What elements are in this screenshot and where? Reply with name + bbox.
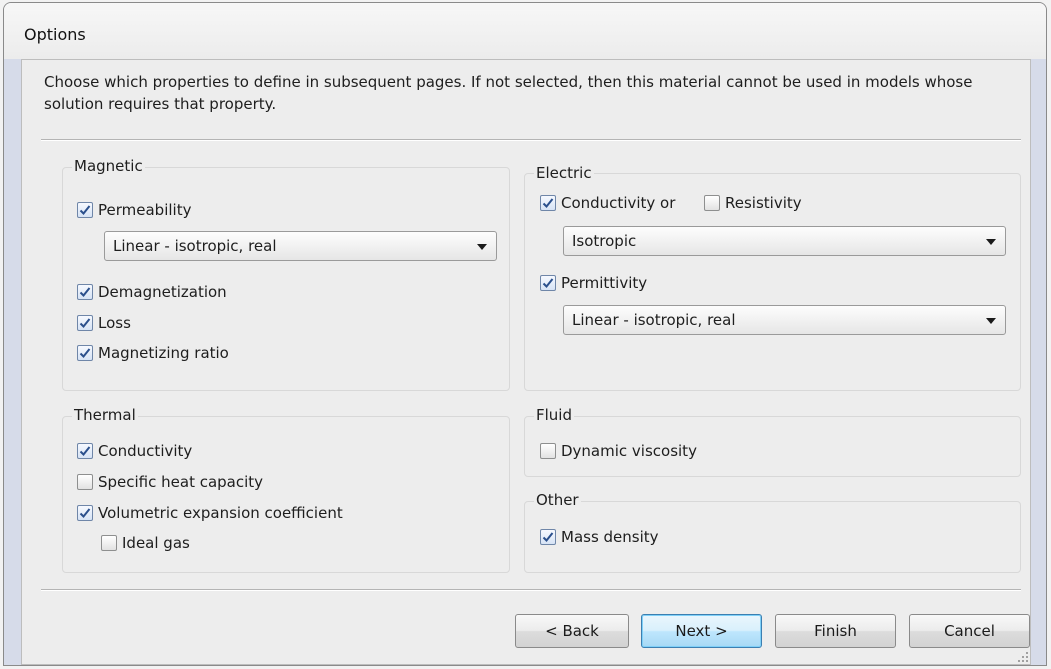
dynamic-viscosity-checkbox-row[interactable]: Dynamic viscosity — [540, 442, 697, 460]
next-button[interactable]: Next > — [641, 614, 762, 648]
fluid-group-title: Fluid — [534, 406, 574, 424]
check-icon — [79, 508, 91, 518]
volumetric-expansion-checkbox[interactable] — [77, 505, 93, 521]
specific-heat-checkbox[interactable] — [77, 474, 93, 490]
dynamic-viscosity-checkbox[interactable] — [540, 443, 556, 459]
conductivity-checkbox-row[interactable]: Conductivity or — [540, 194, 675, 212]
conductivity-select[interactable]: Isotropic — [563, 226, 1006, 256]
loss-checkbox[interactable] — [77, 315, 93, 331]
resistivity-label: Resistivity — [725, 194, 802, 212]
permeability-checkbox[interactable] — [77, 202, 93, 218]
thermal-conductivity-checkbox-row[interactable]: Conductivity — [77, 442, 192, 460]
dynamic-viscosity-label: Dynamic viscosity — [561, 442, 697, 460]
loss-label: Loss — [98, 314, 131, 332]
conductivity-select-value: Isotropic — [572, 232, 637, 250]
title-bar[interactable]: Options — [4, 3, 1046, 59]
volumetric-expansion-checkbox-row[interactable]: Volumetric expansion coefficient — [77, 504, 343, 522]
permeability-select[interactable]: Linear - isotropic, real — [104, 231, 497, 261]
electric-group-title: Electric — [534, 164, 594, 182]
mass-density-label: Mass density — [561, 528, 659, 546]
cancel-button[interactable]: Cancel — [909, 614, 1030, 648]
mass-density-checkbox-row[interactable]: Mass density — [540, 528, 659, 546]
top-separator — [41, 139, 1021, 141]
check-icon — [79, 318, 91, 328]
demagnetization-label: Demagnetization — [98, 283, 227, 301]
chevron-down-icon — [986, 318, 996, 324]
permeability-select-value: Linear - isotropic, real — [113, 237, 277, 255]
check-icon — [79, 287, 91, 297]
options-dialog: Options Choose which properties to defin… — [3, 2, 1047, 666]
description-text: Choose which properties to define in sub… — [44, 73, 973, 113]
dialog-content: Choose which properties to define in sub… — [21, 59, 1031, 665]
check-icon — [542, 198, 554, 208]
thermal-group-title: Thermal — [72, 406, 138, 424]
loss-checkbox-row[interactable]: Loss — [77, 314, 131, 332]
check-icon — [542, 278, 554, 288]
mass-density-checkbox[interactable] — [540, 529, 556, 545]
ideal-gas-checkbox-row[interactable]: Ideal gas — [101, 534, 190, 552]
permittivity-select[interactable]: Linear - isotropic, real — [563, 305, 1006, 335]
permeability-label: Permeability — [98, 201, 192, 219]
resize-grip-icon[interactable] — [1016, 650, 1028, 662]
check-icon — [542, 532, 554, 542]
permeability-checkbox-row[interactable]: Permeability — [77, 201, 191, 219]
check-icon — [79, 205, 91, 215]
permittivity-checkbox[interactable] — [540, 275, 556, 291]
chevron-down-icon — [986, 239, 996, 245]
demagnetization-checkbox-row[interactable]: Demagnetization — [77, 283, 227, 301]
electric-conductivity-checkbox[interactable] — [540, 195, 556, 211]
back-button[interactable]: < Back — [515, 614, 629, 648]
check-icon — [79, 348, 91, 358]
permittivity-select-value: Linear - isotropic, real — [572, 311, 736, 329]
other-group-title: Other — [534, 491, 581, 509]
permittivity-checkbox-row[interactable]: Permittivity — [540, 274, 647, 292]
ideal-gas-label: Ideal gas — [122, 534, 190, 552]
specific-heat-label: Specific heat capacity — [98, 473, 264, 491]
magnetizing-ratio-checkbox[interactable] — [77, 345, 93, 361]
thermal-conductivity-checkbox[interactable] — [77, 443, 93, 459]
dialog-title: Options — [24, 25, 86, 44]
electric-conductivity-label: Conductivity or — [561, 194, 676, 212]
ideal-gas-checkbox[interactable] — [101, 535, 117, 551]
bottom-separator — [41, 589, 1021, 591]
magnetizing-ratio-label: Magnetizing ratio — [98, 344, 229, 362]
specific-heat-checkbox-row[interactable]: Specific heat capacity — [77, 473, 263, 491]
finish-button[interactable]: Finish — [775, 614, 896, 648]
magnetic-group-title: Magnetic — [72, 157, 145, 175]
resistivity-checkbox-row[interactable]: Resistivity — [704, 194, 802, 212]
magnetizing-ratio-checkbox-row[interactable]: Magnetizing ratio — [77, 344, 229, 362]
check-icon — [79, 446, 91, 456]
volumetric-expansion-label: Volumetric expansion coefficient — [98, 504, 343, 522]
resistivity-checkbox[interactable] — [704, 195, 720, 211]
permittivity-label: Permittivity — [561, 274, 648, 292]
demagnetization-checkbox[interactable] — [77, 284, 93, 300]
chevron-down-icon — [477, 244, 487, 250]
thermal-conductivity-label: Conductivity — [98, 442, 193, 460]
